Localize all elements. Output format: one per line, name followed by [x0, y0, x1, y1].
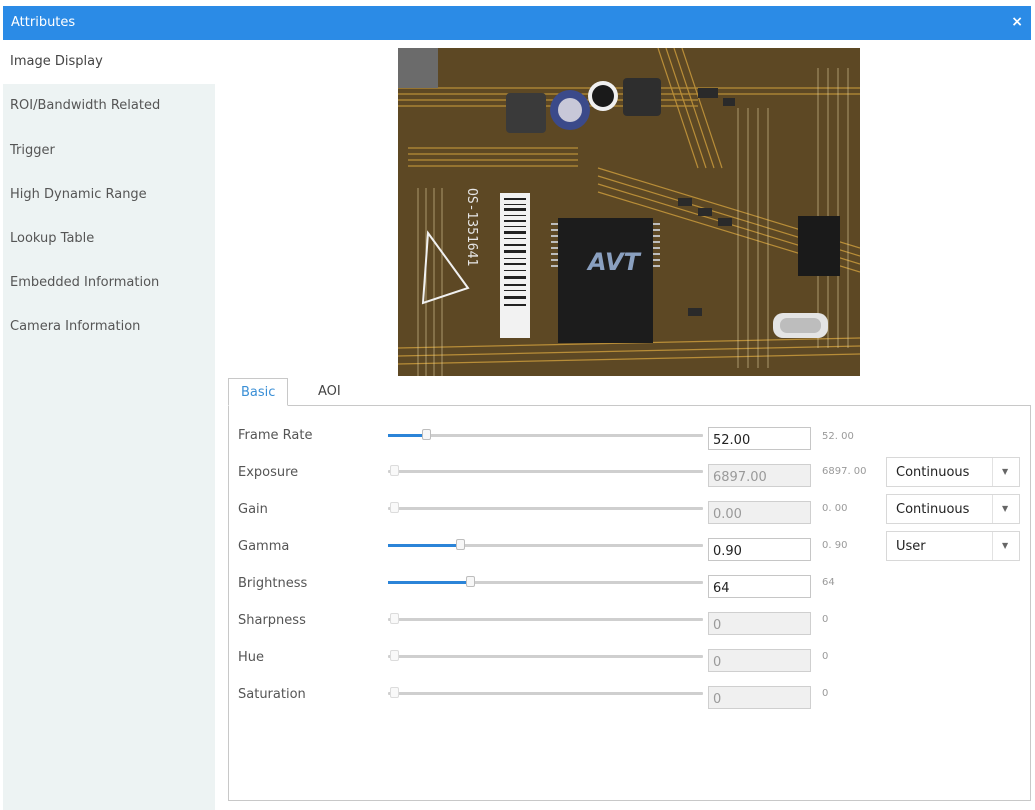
- brightness-input[interactable]: [708, 575, 811, 598]
- gamma-slider[interactable]: [388, 539, 703, 550]
- chip-logo: AVT: [586, 248, 642, 276]
- frame-rate-slider-fill: [388, 434, 426, 437]
- hue-input[interactable]: [708, 649, 811, 672]
- gain-mode-select[interactable]: Continuous ▼: [886, 494, 1020, 524]
- gamma-slider-thumb[interactable]: [456, 539, 465, 550]
- saturation-input[interactable]: [708, 686, 811, 709]
- tab-aoi[interactable]: AOI: [306, 378, 353, 406]
- chevron-down-icon[interactable]: ▼: [1002, 467, 1008, 476]
- brightness-slider-fill: [388, 581, 470, 584]
- exposure-input[interactable]: [708, 464, 811, 487]
- gamma-mode-select[interactable]: User ▼: [886, 531, 1020, 561]
- hue-readout: 0: [822, 651, 829, 662]
- frame-rate-label: Frame Rate: [238, 428, 313, 443]
- brightness-slider-thumb[interactable]: [466, 576, 475, 587]
- brightness-readout: 64: [822, 577, 835, 588]
- window-title: Attributes: [11, 15, 76, 30]
- select-divider: [992, 458, 993, 486]
- exposure-slider-thumb[interactable]: [390, 465, 399, 476]
- exposure-slider[interactable]: [388, 465, 703, 476]
- sidebar-item-camera-information[interactable]: Camera Information: [3, 305, 215, 349]
- sharpness-input[interactable]: [708, 612, 811, 635]
- gain-slider-thumb[interactable]: [390, 502, 399, 513]
- camera-preview-image: AVT OS-1351641: [398, 48, 860, 376]
- select-divider: [992, 495, 993, 523]
- sidebar-item-label: Embedded Information: [10, 275, 160, 290]
- sharpness-slider[interactable]: [388, 613, 703, 624]
- sidebar-item-trigger[interactable]: Trigger: [3, 129, 215, 173]
- saturation-readout: 0: [822, 688, 829, 699]
- hue-slider[interactable]: [388, 650, 703, 661]
- gain-mode-value: Continuous: [896, 502, 970, 517]
- sidebar-item-embedded-information[interactable]: Embedded Information: [3, 261, 215, 305]
- gamma-label: Gamma: [238, 539, 290, 554]
- brightness-label: Brightness: [238, 576, 308, 591]
- gamma-input[interactable]: [708, 538, 811, 561]
- gamma-slider-fill: [388, 544, 460, 547]
- saturation-slider-thumb[interactable]: [390, 687, 399, 698]
- exposure-mode-value: Continuous: [896, 465, 970, 480]
- exposure-mode-select[interactable]: Continuous ▼: [886, 457, 1020, 487]
- sidebar-item-label: ROI/Bandwidth Related: [10, 98, 161, 113]
- sidebar-item-image-display[interactable]: Image Display: [3, 40, 216, 84]
- sidebar-item-label: Camera Information: [10, 319, 141, 334]
- gain-readout: 0. 00: [822, 503, 848, 514]
- frame-rate-input[interactable]: [708, 427, 811, 450]
- brightness-slider[interactable]: [388, 576, 703, 587]
- sidebar: Image Display ROI/Bandwidth Related Trig…: [3, 40, 216, 810]
- select-divider: [992, 532, 993, 560]
- title-bar: Attributes ×: [3, 6, 1031, 40]
- saturation-label: Saturation: [238, 687, 306, 702]
- exposure-readout: 6897. 00: [822, 466, 867, 477]
- gain-label: Gain: [238, 502, 268, 517]
- hue-label: Hue: [238, 650, 265, 665]
- chevron-down-icon[interactable]: ▼: [1002, 504, 1008, 513]
- tab-basic[interactable]: Basic: [228, 378, 289, 406]
- sharpness-label: Sharpness: [238, 613, 306, 628]
- exposure-label: Exposure: [238, 465, 299, 480]
- frame-rate-slider-thumb[interactable]: [422, 429, 431, 440]
- gain-slider[interactable]: [388, 502, 703, 513]
- sharpness-readout: 0: [822, 614, 829, 625]
- frame-rate-readout: 52. 00: [822, 431, 854, 442]
- saturation-slider[interactable]: [388, 687, 703, 698]
- hue-slider-thumb[interactable]: [390, 650, 399, 661]
- sidebar-item-label: Trigger: [10, 143, 55, 158]
- chevron-down-icon[interactable]: ▼: [1002, 541, 1008, 550]
- sidebar-item-lookup-table[interactable]: Lookup Table: [3, 217, 215, 261]
- sidebar-item-high-dynamic-range[interactable]: High Dynamic Range: [3, 173, 215, 217]
- board-print-text: OS-1351641: [464, 188, 479, 266]
- sidebar-item-label: Image Display: [10, 54, 103, 69]
- sharpness-slider-thumb[interactable]: [390, 613, 399, 624]
- gain-input[interactable]: [708, 501, 811, 524]
- sidebar-item-label: High Dynamic Range: [10, 187, 147, 202]
- gamma-mode-value: User: [896, 539, 926, 554]
- sidebar-item-roi-bandwidth[interactable]: ROI/Bandwidth Related: [3, 84, 215, 128]
- sidebar-item-label: Lookup Table: [10, 231, 95, 246]
- close-icon[interactable]: ×: [1011, 14, 1023, 30]
- frame-rate-slider[interactable]: [388, 429, 703, 440]
- gamma-readout: 0. 90: [822, 540, 848, 551]
